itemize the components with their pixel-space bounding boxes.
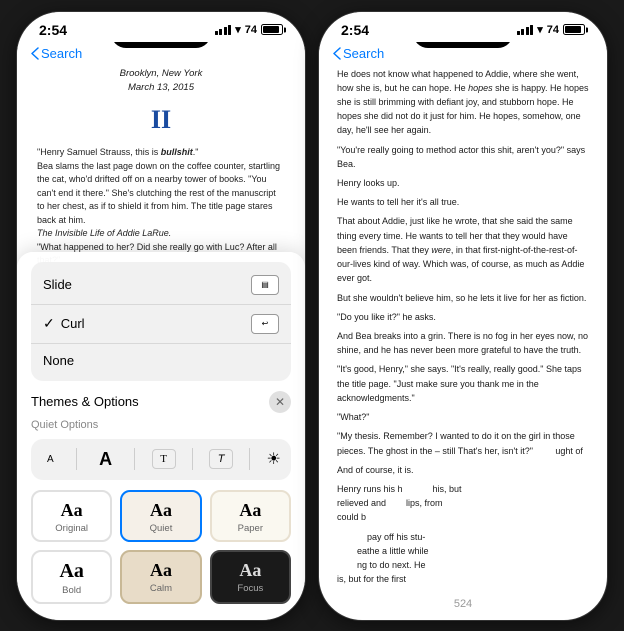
battery-label: 74: [245, 24, 257, 36]
themes-title: Themes & Options: [31, 394, 139, 409]
battery-icon-right: [563, 24, 585, 35]
signal-icon: [215, 24, 232, 35]
curl-label: Curl: [61, 316, 85, 331]
theme-label-bold: Bold: [37, 585, 106, 596]
font-decrease-button[interactable]: A: [41, 452, 60, 467]
theme-label-calm: Calm: [126, 583, 195, 594]
time-left: 2:54: [39, 22, 67, 38]
theme-label-original: Original: [37, 523, 106, 534]
book-header: Brooklyn, New York March 13, 2015: [37, 67, 285, 96]
curl-option[interactable]: ✓ Curl ↩: [31, 305, 291, 344]
font-increase-button[interactable]: A: [93, 447, 118, 472]
brightness-icon[interactable]: ☀: [267, 449, 281, 469]
back-button-right[interactable]: Search: [333, 46, 384, 61]
theme-calm-card[interactable]: Aa Calm: [120, 550, 201, 604]
status-icons-left: ▾ 74: [215, 23, 283, 36]
left-phone: 2:54 ▾ 74 Search: [16, 11, 306, 621]
wifi-icon-right: ▾: [537, 23, 543, 36]
none-label: None: [43, 353, 74, 368]
font-controls: A A T T ☀: [31, 439, 291, 480]
theme-aa-calm: Aa: [126, 560, 195, 581]
theme-grid: Aa Original Aa Quiet Aa Paper: [31, 490, 291, 604]
close-button[interactable]: ✕: [269, 391, 291, 413]
slide-label: Slide: [43, 277, 72, 292]
theme-aa-bold: Aa: [37, 560, 106, 583]
divider3: [192, 448, 193, 470]
wifi-icon: ▾: [235, 23, 241, 36]
slide-option[interactable]: Slide ▤: [31, 266, 291, 305]
divider2: [134, 448, 135, 470]
theme-paper-card[interactable]: Aa Paper: [210, 490, 291, 542]
none-option[interactable]: None: [31, 344, 291, 377]
theme-label-paper: Paper: [216, 523, 285, 534]
theme-bold-card[interactable]: Aa Bold: [31, 550, 112, 604]
curl-icon: ↩: [251, 314, 279, 334]
right-phone: 2:54 ▾ 74 Search: [318, 11, 608, 621]
signal-icon-right: [517, 24, 534, 35]
font-type-icon[interactable]: T: [209, 449, 233, 469]
themes-header: Themes & Options ✕: [31, 391, 291, 413]
font-style-icon[interactable]: T: [152, 449, 176, 469]
page-number: 524: [454, 598, 472, 610]
status-bar-right: 2:54 ▾ 74: [319, 12, 607, 42]
battery-icon: [261, 24, 283, 35]
status-icons-right: ▾ 74: [517, 23, 585, 36]
transition-menu: Slide ▤ ✓ Curl ↩: [31, 262, 291, 381]
battery-label-right: 74: [547, 24, 559, 36]
status-bar-left: 2:54 ▾ 74: [17, 12, 305, 42]
chapter-number: II: [37, 100, 285, 140]
theme-quiet-card[interactable]: Aa Quiet: [120, 490, 201, 542]
theme-label-focus: Focus: [216, 583, 285, 594]
theme-aa-focus: Aa: [216, 560, 285, 581]
theme-label-quiet: Quiet: [126, 523, 195, 534]
divider4: [249, 448, 250, 470]
theme-original-card[interactable]: Aa Original: [31, 490, 112, 542]
slide-icon: ▤: [251, 275, 279, 295]
divider1: [76, 448, 77, 470]
overlay-panel: Slide ▤ ✓ Curl ↩: [17, 252, 305, 620]
checkmark-icon: ✓: [43, 315, 55, 332]
back-button-left[interactable]: Search: [31, 46, 82, 61]
theme-aa-quiet: Aa: [126, 500, 195, 521]
time-right: 2:54: [341, 22, 369, 38]
book-content-right: He does not know what happened to Addie,…: [319, 67, 607, 595]
quiet-options-label: Quiet Options: [31, 419, 291, 431]
theme-aa-paper: Aa: [216, 500, 285, 521]
theme-focus-card[interactable]: Aa Focus: [210, 550, 291, 604]
theme-aa-original: Aa: [37, 500, 106, 521]
